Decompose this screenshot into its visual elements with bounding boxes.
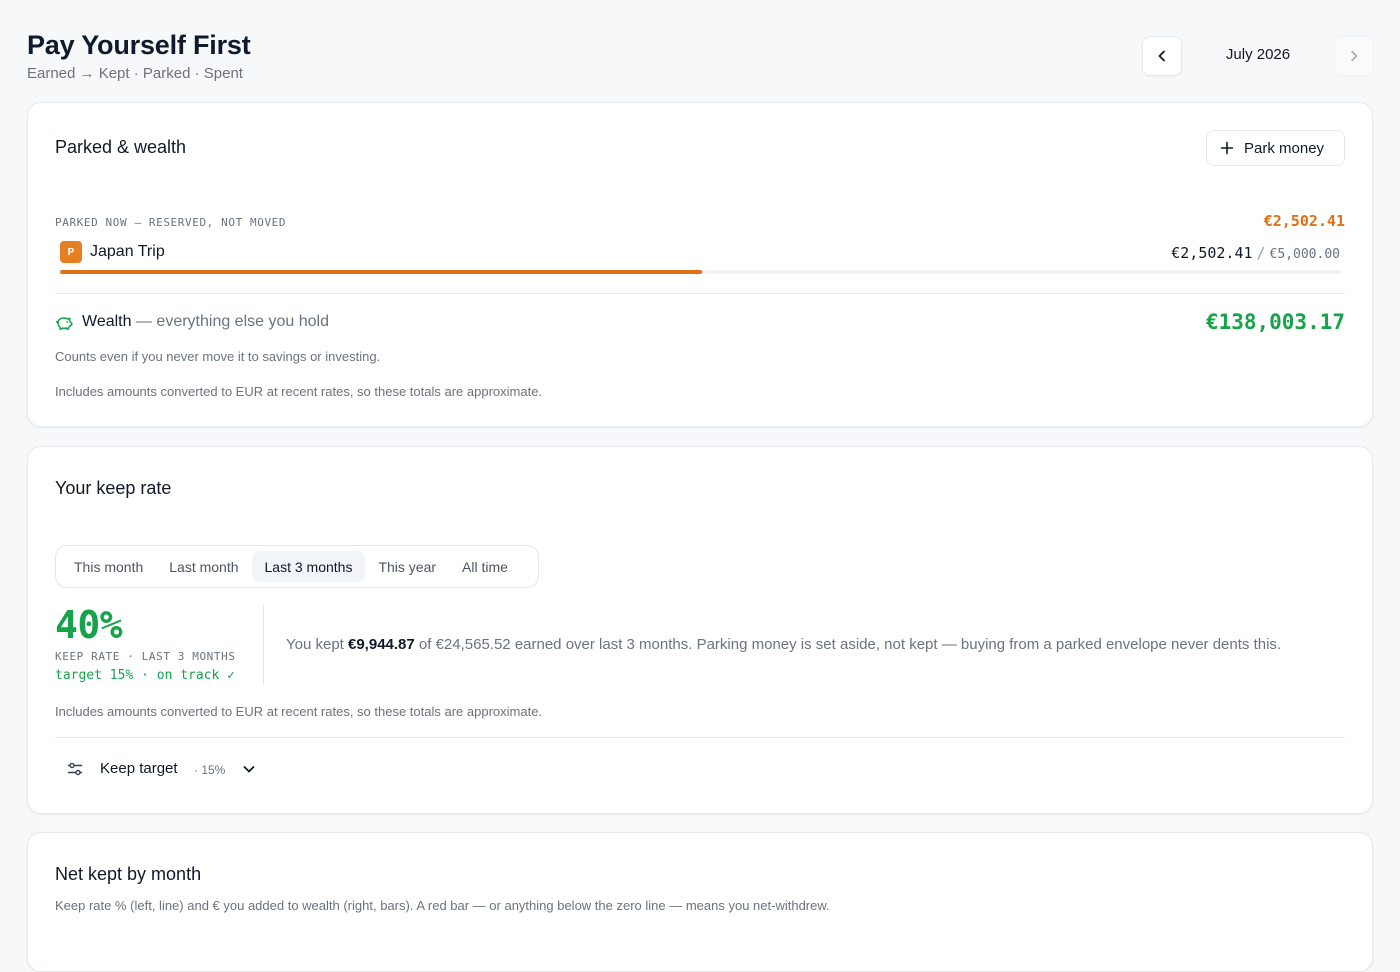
plus-icon bbox=[1220, 141, 1234, 155]
approximate-note: Includes amounts converted to EUR at rec… bbox=[55, 384, 543, 399]
chevron-left-icon bbox=[1158, 50, 1165, 62]
envelope-goal: €5,000.00 bbox=[1269, 247, 1340, 262]
envelope-amount-row: €2,502.41/€5,000.00 bbox=[1171, 244, 1340, 262]
summary-pre: You kept bbox=[286, 636, 348, 653]
chevron-right-icon bbox=[1351, 50, 1358, 62]
current-month-label: July 2026 bbox=[1225, 46, 1291, 63]
wealth-row: Wealth — everything else you hold bbox=[82, 313, 329, 331]
net-kept-title: Net kept by month bbox=[55, 864, 202, 884]
net-kept-description: Keep rate % (left, line) and € you added… bbox=[55, 898, 830, 913]
keep-target-toggle[interactable]: Keep target bbox=[100, 760, 178, 777]
keep-rate-summary: You kept €9,944.87 of €24,565.52 earned … bbox=[286, 636, 1281, 653]
wealth-label: Wealth bbox=[82, 313, 132, 330]
range-tabs: This month Last month Last 3 months This… bbox=[55, 545, 539, 588]
wealth-suffix: — everything else you hold bbox=[135, 313, 329, 330]
approximate-note: Includes amounts converted to EUR at rec… bbox=[55, 704, 543, 719]
keep-target-value: · 15% bbox=[194, 763, 226, 777]
sliders-icon bbox=[67, 762, 83, 776]
chevron-down-icon[interactable] bbox=[242, 762, 256, 776]
keep-rate-value: 40% bbox=[55, 603, 123, 647]
envelope-amount: €2,502.41 bbox=[1171, 244, 1253, 262]
summary-post: of €24,565.52 earned over last 3 months.… bbox=[414, 636, 1282, 653]
tab-this-month[interactable]: This month bbox=[61, 551, 156, 582]
piggy-bank-icon bbox=[55, 317, 73, 330]
envelope-name[interactable]: Japan Trip bbox=[90, 243, 165, 261]
next-month-button[interactable] bbox=[1334, 36, 1374, 76]
parked-now-label: PARKED NOW — RESERVED, NOT MOVED bbox=[55, 216, 287, 229]
keep-rate-label: KEEP RATE · LAST 3 MONTHS bbox=[55, 650, 236, 663]
wealth-note: Counts even if you never move it to savi… bbox=[55, 349, 381, 364]
park-money-button[interactable]: Park money bbox=[1206, 130, 1345, 166]
envelope-badge: P bbox=[60, 241, 82, 263]
vertical-divider bbox=[263, 605, 264, 685]
keep-rate-title: Your keep rate bbox=[55, 478, 172, 498]
net-kept-card: Net kept by month Keep rate % (left, lin… bbox=[27, 832, 1373, 972]
keep-rate-status: target 15% · on track ✓ bbox=[55, 668, 236, 683]
tab-last-3-months[interactable]: Last 3 months bbox=[251, 551, 366, 582]
previous-month-button[interactable] bbox=[1142, 36, 1182, 76]
parked-wealth-card: Parked & wealth Park money PARKED NOW — … bbox=[27, 102, 1373, 427]
envelope-progress-fill bbox=[60, 270, 702, 274]
divider bbox=[55, 737, 1345, 738]
parked-wealth-title: Parked & wealth bbox=[55, 137, 187, 157]
month-navigator: July 2026 bbox=[1142, 36, 1374, 76]
kept-amount: €9,944.87 bbox=[348, 636, 415, 653]
tab-this-year[interactable]: This year bbox=[365, 551, 449, 582]
park-money-label: Park money bbox=[1244, 139, 1325, 157]
divider bbox=[55, 293, 1345, 294]
tab-last-month[interactable]: Last month bbox=[156, 551, 251, 582]
keep-rate-card: Your keep rate This month Last month Las… bbox=[27, 446, 1373, 814]
wealth-total: €138,003.17 bbox=[1205, 310, 1345, 334]
page-subtitle: Earned → Kept · Parked · Spent bbox=[27, 65, 243, 82]
page-title: Pay Yourself First bbox=[27, 30, 251, 60]
envelope-progress-track bbox=[60, 270, 1342, 274]
parked-total: €2,502.41 bbox=[1263, 212, 1345, 230]
tab-all-time[interactable]: All time bbox=[449, 551, 521, 582]
